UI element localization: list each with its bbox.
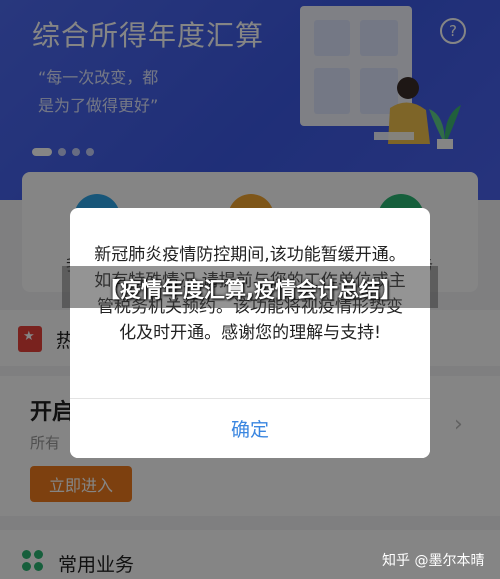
confirm-button[interactable]: 确定	[70, 399, 430, 458]
headline-watermark-band: 【疫情年度汇算,疫情会计总结】	[62, 266, 438, 308]
headline-text: 【疫情年度汇算,疫情会计总结】	[99, 278, 401, 302]
notice-dialog: 新冠肺炎疫情防控期间,该功能暂缓开通。如有特殊情况,请提前与您的工作单位或主管税…	[70, 208, 430, 458]
zhihu-watermark: 知乎 @墨尔本晴	[382, 553, 485, 569]
